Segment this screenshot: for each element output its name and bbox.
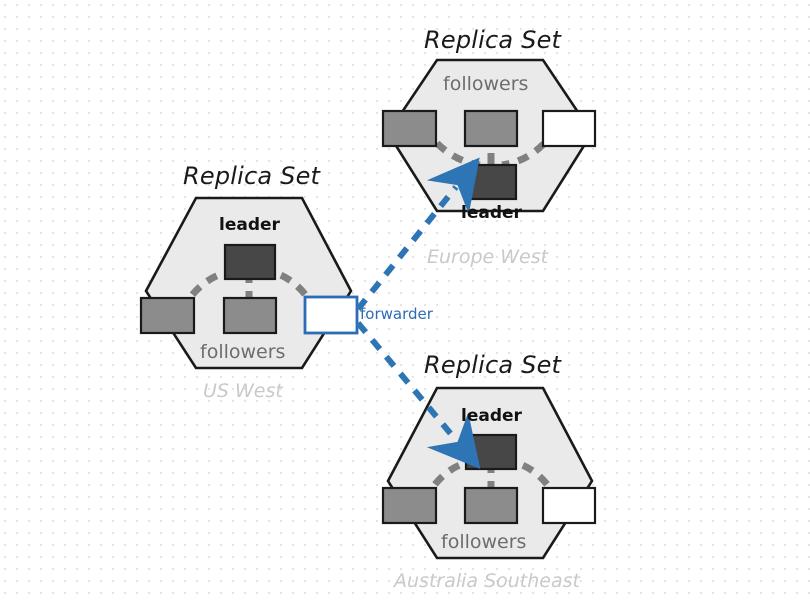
leader-label-australia-southeast: leader (461, 406, 522, 426)
forwarder-label: forwarder (360, 305, 433, 323)
followers-label-australia-southeast: followers (441, 531, 527, 553)
leader-label-us-west: leader (219, 215, 280, 235)
followers-label-us-west: followers (200, 341, 286, 363)
node-follower-center-us-west[interactable] (222, 296, 278, 335)
replica-set-title-australia-southeast: Replica Set (424, 351, 562, 379)
node-follower-center-australia-southeast[interactable] (463, 486, 519, 525)
region-label-us-west: US West (203, 380, 283, 402)
node-follower-left-europe-west[interactable] (381, 109, 438, 148)
node-follower-left-us-west[interactable] (139, 296, 196, 335)
node-standby-europe-west[interactable] (541, 109, 597, 148)
region-label-europe-west: Europe West (427, 246, 549, 268)
node-standby-australia-southeast[interactable] (541, 486, 597, 525)
node-leader-australia-southeast[interactable] (464, 433, 518, 471)
replica-set-title-us-west: Replica Set (183, 162, 321, 190)
node-follower-center-europe-west[interactable] (463, 109, 519, 148)
node-follower-left-australia-southeast[interactable] (381, 486, 438, 525)
node-forwarder-us-west[interactable] (303, 295, 359, 335)
region-label-australia-southeast: Australia Southeast (394, 570, 580, 592)
leader-label-europe-west: leader (461, 203, 522, 223)
node-leader-europe-west[interactable] (464, 163, 518, 201)
followers-label-europe-west: followers (443, 73, 529, 95)
node-leader-us-west[interactable] (223, 243, 277, 281)
replica-set-title-europe-west: Replica Set (424, 26, 562, 54)
diagram-canvas: Replica Set leader followers US West for… (0, 0, 810, 615)
